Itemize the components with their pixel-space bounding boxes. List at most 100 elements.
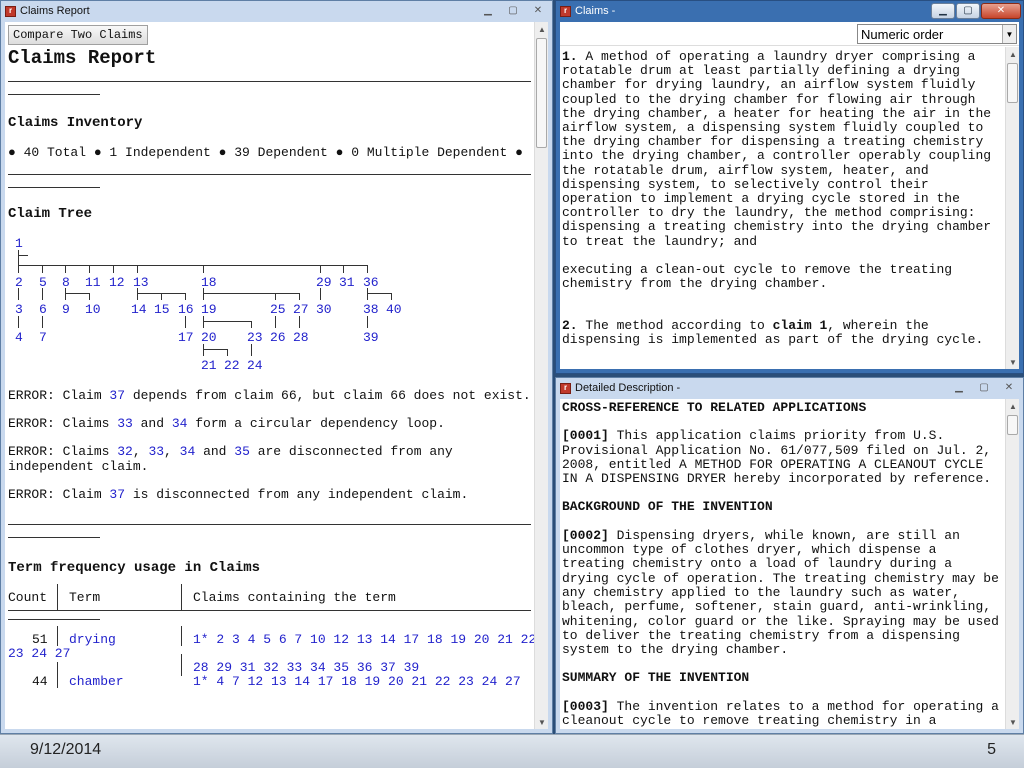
- claim-link[interactable]: 33: [117, 416, 133, 431]
- scroll-down-icon[interactable]: ▼: [1006, 715, 1019, 729]
- sort-order-value: Numeric order: [861, 26, 944, 42]
- claim-link[interactable]: 34: [180, 444, 196, 459]
- divider: [8, 174, 531, 175]
- tree-node[interactable]: 27: [293, 302, 309, 317]
- tree-node[interactable]: 39: [363, 330, 379, 345]
- tree-node[interactable]: 38: [363, 302, 379, 317]
- tree-node[interactable]: 3: [15, 302, 23, 317]
- claim-text: A method of operating a laundry dryer co…: [562, 49, 992, 221]
- tree-node[interactable]: 23: [247, 330, 263, 345]
- maximize-icon[interactable]: ▢: [972, 380, 996, 396]
- claim-number: 2.: [562, 318, 578, 334]
- tree-node[interactable]: 36: [363, 275, 379, 290]
- report-titlebar[interactable]: r Claims Report ▁ ▢ ✕: [1, 1, 552, 21]
- report-window-title: Claims Report: [20, 5, 90, 17]
- scroll-down-icon[interactable]: ▼: [535, 715, 548, 729]
- tree-node[interactable]: 16: [178, 302, 194, 317]
- report-content: Compare Two Claims Claims Report Claims …: [5, 22, 536, 729]
- report-heading: Claims Report: [8, 47, 157, 69]
- tree-node[interactable]: 29: [316, 275, 332, 290]
- claim-reference[interactable]: claim 1: [773, 318, 828, 333]
- tree-node[interactable]: 19: [201, 302, 217, 317]
- close-icon[interactable]: ✕: [997, 380, 1021, 396]
- tree-node[interactable]: 30: [316, 302, 332, 317]
- tree-node[interactable]: 7: [39, 330, 47, 345]
- term-count: 44: [32, 674, 48, 689]
- minimize-icon[interactable]: ▁: [947, 380, 971, 396]
- divider-short: [8, 187, 100, 188]
- tree-node[interactable]: 10: [85, 302, 101, 317]
- claim-link[interactable]: 37: [109, 487, 125, 502]
- tree-node[interactable]: 22: [224, 358, 240, 373]
- claim-link[interactable]: 32: [117, 444, 133, 459]
- claims-titlebar[interactable]: r Claims - ▁ ▢ ✕: [556, 1, 1023, 21]
- tree-node[interactable]: 9: [62, 302, 70, 317]
- tree-node[interactable]: 15: [154, 302, 170, 317]
- claim-link[interactable]: 35: [234, 444, 250, 459]
- scroll-up-icon[interactable]: ▲: [1006, 399, 1019, 413]
- app-icon: r: [560, 5, 571, 17]
- term-link[interactable]: drying: [69, 632, 116, 647]
- maximize-icon[interactable]: ▢: [956, 3, 980, 19]
- term-claims[interactable]: 1* 4 7 12 13 14 17 18 19 20 21 22 23 24 …: [193, 674, 521, 689]
- detailed-description-window: r Detailed Description - ▁ ▢ ✕ CROSS-REF…: [555, 377, 1024, 734]
- report-scrollbar[interactable]: ▲ ▼: [534, 22, 548, 729]
- close-icon[interactable]: ✕: [526, 3, 550, 19]
- inventory-line: ● 40 Total ● 1 Independent ● 39 Dependen…: [8, 145, 523, 160]
- minimize-icon[interactable]: ▁: [476, 3, 500, 19]
- term-claims-wrap[interactable]: 23 24 27: [8, 646, 70, 661]
- tree-node[interactable]: 28: [293, 330, 309, 345]
- claim-tree: 1 2 5 8 11 12 13 18 29 31 36 3 6 9 10 14…: [8, 236, 531, 376]
- tree-node[interactable]: 8: [62, 275, 70, 290]
- scroll-thumb[interactable]: [536, 38, 547, 148]
- chevron-down-icon[interactable]: ▼: [1002, 25, 1016, 43]
- claim-2: 2. The method according to claim 1, wher…: [562, 318, 984, 348]
- claim-link[interactable]: 33: [148, 444, 164, 459]
- scroll-thumb[interactable]: [1007, 415, 1018, 435]
- tree-node[interactable]: 4: [15, 330, 23, 345]
- tree-node[interactable]: 25: [270, 302, 286, 317]
- section-heading: BACKGROUND OF THE INVENTION: [562, 499, 773, 515]
- term-link[interactable]: chamber: [69, 674, 124, 689]
- tree-node[interactable]: 21: [201, 358, 217, 373]
- claims-scrollbar[interactable]: ▲ ▼: [1005, 47, 1019, 369]
- sort-order-select[interactable]: Numeric order ▼: [857, 24, 1017, 44]
- scroll-down-icon[interactable]: ▼: [1006, 355, 1019, 369]
- tree-node[interactable]: 26: [270, 330, 286, 345]
- compare-two-claims-button[interactable]: Compare Two Claims: [8, 25, 148, 45]
- tree-node[interactable]: 18: [201, 275, 217, 290]
- term-claims[interactable]: 28 29 31 32 33 34 35 36 37 39: [193, 660, 419, 675]
- scroll-up-icon[interactable]: ▲: [1006, 47, 1019, 61]
- tree-node[interactable]: 20: [201, 330, 217, 345]
- scroll-up-icon[interactable]: ▲: [535, 22, 548, 36]
- maximize-icon[interactable]: ▢: [501, 3, 525, 19]
- tree-node[interactable]: 2: [15, 275, 23, 290]
- tree-node[interactable]: 11: [85, 275, 101, 290]
- term-frequency-table: Count Term Claims containing the term 51…: [8, 584, 536, 700]
- error-line: ERROR: Claims 33 and 34 form a circular …: [8, 416, 445, 431]
- section-heading: CROSS-REFERENCE TO RELATED APPLICATIONS: [562, 400, 867, 415]
- description-text: CROSS-REFERENCE TO RELATED APPLICATIONS …: [562, 399, 1003, 729]
- inventory-heading: Claims Inventory: [8, 115, 143, 131]
- tree-node[interactable]: 14: [131, 302, 147, 317]
- claim-step: executing a clean-out cycle to remove th…: [562, 261, 953, 292]
- tree-node[interactable]: 31: [339, 275, 355, 290]
- tree-node[interactable]: 1: [15, 236, 23, 251]
- desc-window-title: Detailed Description -: [575, 382, 681, 394]
- col-header-term: Term: [69, 590, 101, 605]
- tree-node[interactable]: 5: [39, 275, 47, 290]
- tree-node[interactable]: 13: [133, 275, 149, 290]
- claim-link[interactable]: 34: [172, 416, 188, 431]
- close-icon[interactable]: ✕: [981, 3, 1021, 19]
- tree-node[interactable]: 40: [386, 302, 402, 317]
- term-claims[interactable]: 1* 2 3 4 5 6 7 10 12 13 14 17 18 19 20 2…: [193, 632, 536, 647]
- desc-titlebar[interactable]: r Detailed Description - ▁ ▢ ✕: [556, 378, 1023, 398]
- scroll-thumb[interactable]: [1007, 63, 1018, 103]
- tree-node[interactable]: 24: [247, 358, 263, 373]
- claim-link[interactable]: 37: [109, 388, 125, 403]
- tree-node[interactable]: 6: [39, 302, 47, 317]
- tree-node[interactable]: 17: [178, 330, 194, 345]
- minimize-icon[interactable]: ▁: [931, 3, 955, 19]
- tree-node[interactable]: 12: [109, 275, 125, 290]
- desc-scrollbar[interactable]: ▲ ▼: [1005, 399, 1019, 729]
